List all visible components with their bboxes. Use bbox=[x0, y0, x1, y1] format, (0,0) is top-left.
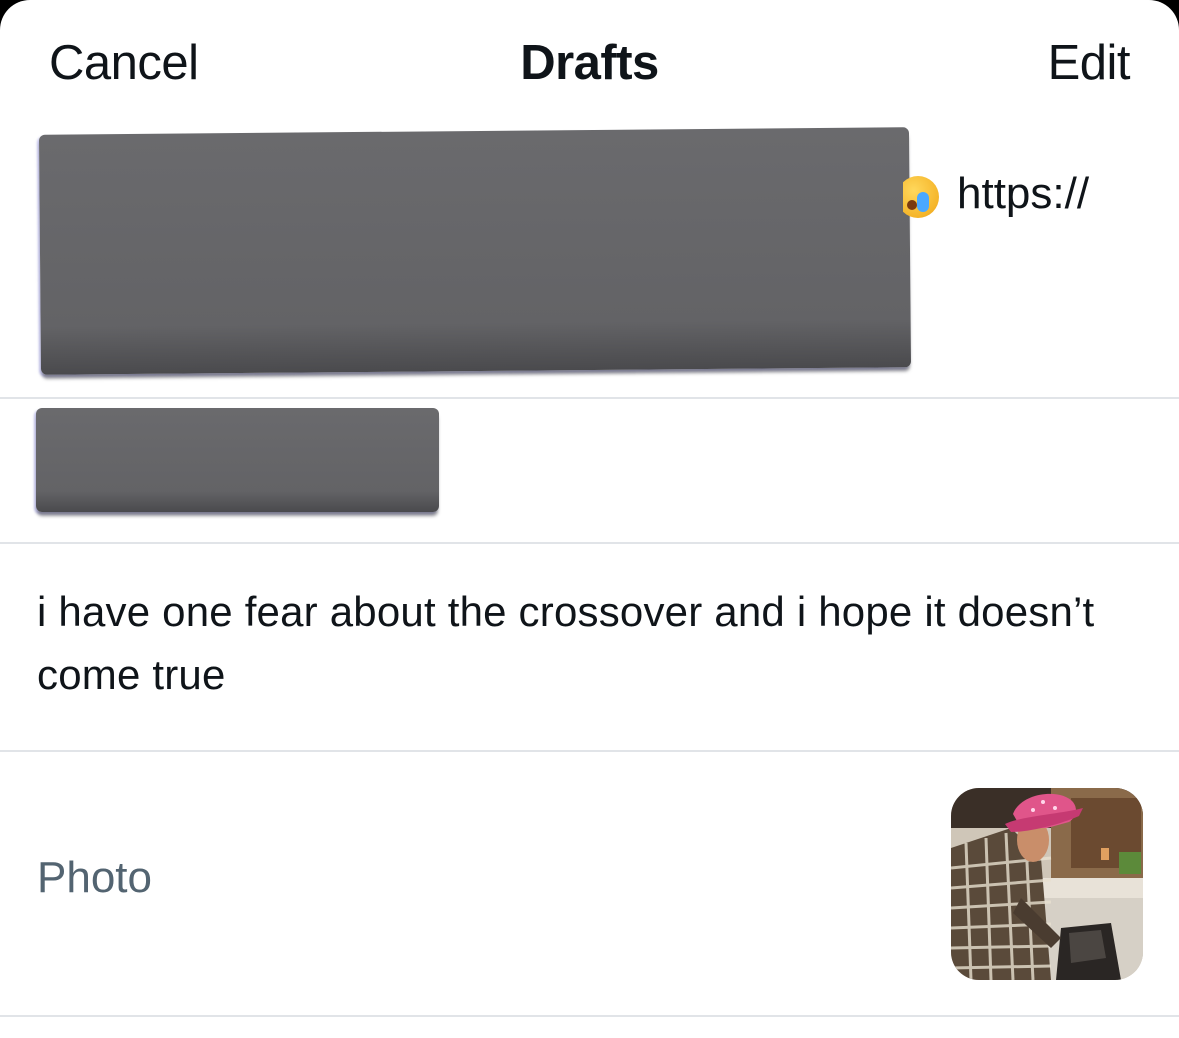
redaction-block bbox=[36, 408, 439, 512]
page-title: Drafts bbox=[520, 36, 659, 90]
photo-thumbnail[interactable] bbox=[951, 788, 1143, 980]
divider bbox=[0, 1015, 1179, 1017]
draft-photo-label: Photo bbox=[37, 853, 152, 902]
edit-button[interactable]: Edit bbox=[1048, 34, 1131, 92]
loudly-crying-face-icon bbox=[903, 172, 939, 218]
redaction-block bbox=[38, 127, 912, 375]
draft-text: i have one fear about the crossover and … bbox=[37, 588, 1095, 698]
drafts-sheet: Cancel Drafts Edit https:// i have one f… bbox=[0, 0, 1179, 1038]
draft-link-text: https:// bbox=[957, 169, 1090, 218]
